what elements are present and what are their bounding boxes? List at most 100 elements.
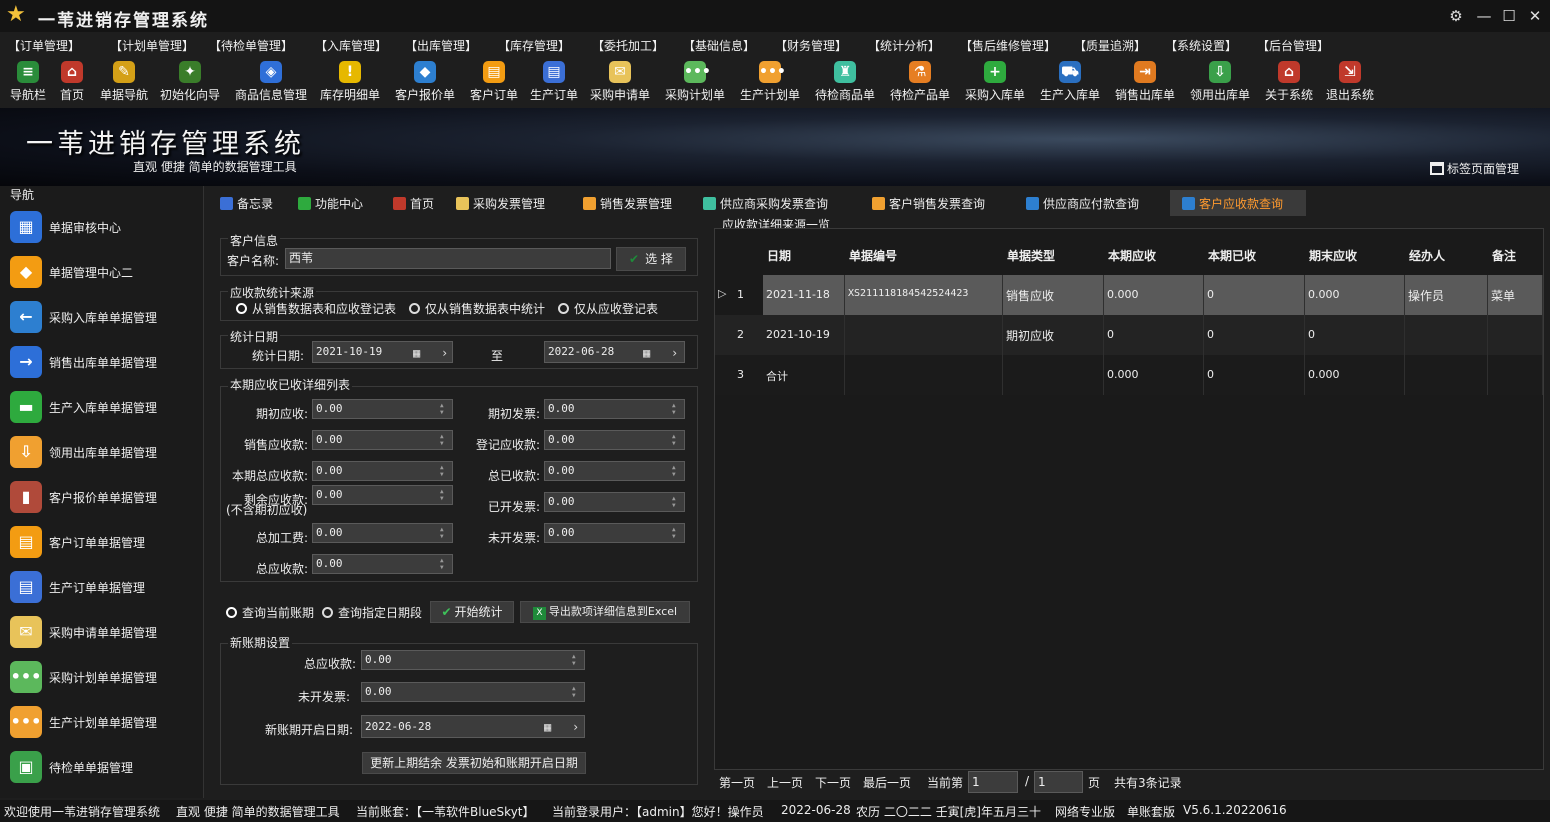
grid-cell[interactable]: 菜单 xyxy=(1488,275,1543,315)
toolbar-button-15[interactable]: ⛟ 生产入库单 xyxy=(1030,58,1110,104)
menu-item-7[interactable]: 【基础信息】 xyxy=(683,37,755,54)
select-customer-button[interactable]: ✔ 选 择 xyxy=(616,247,686,271)
toolbar-button-5[interactable]: ! 库存明细单 xyxy=(310,58,390,104)
grid-cell[interactable]: 0 xyxy=(1104,315,1204,355)
menu-item-4[interactable]: 【出库管理】 xyxy=(405,37,477,54)
detail-right-field-4[interactable]: 0.00 ▲ ▼ xyxy=(544,523,685,543)
spin-arrows-icon[interactable]: ▲ ▼ xyxy=(440,488,450,502)
detail-right-field-2[interactable]: 0.00 ▲ ▼ xyxy=(544,461,685,481)
detail-left-field-2[interactable]: 0.00 ▲ ▼ xyxy=(312,461,453,481)
table-row[interactable]: 2 2021-10-19 期初应收 0 0 0 xyxy=(715,315,1543,355)
close-button[interactable]: ✕ xyxy=(1524,6,1546,26)
table-row[interactable]: ▷ 1 2021-11-18 XS211118184542524423 销售应收 0.00… xyxy=(715,275,1543,315)
tag-manage-button[interactable]: 标签页面管理 xyxy=(1430,160,1519,177)
sidebar-item-5[interactable]: ⇩ 领用出库单单据管理 xyxy=(0,430,204,474)
grid-cell[interactable]: 0.000 xyxy=(1104,355,1204,395)
date-from-field[interactable]: 2021-10-19 ▦ › xyxy=(312,341,453,363)
sidebar-item-9[interactable]: ✉ 采购申请单单据管理 xyxy=(0,610,204,654)
grid-cell[interactable]: 0.000 xyxy=(1305,275,1405,315)
detail-left-field-3[interactable]: 0.00 ▲ ▼ xyxy=(312,485,453,505)
grid-cell[interactable]: 0.000 xyxy=(1305,355,1405,395)
grid-cell[interactable]: 期初应收 xyxy=(1003,315,1104,355)
grid-cell[interactable] xyxy=(1405,315,1488,355)
spin-arrows-icon[interactable]: ▲ ▼ xyxy=(440,402,450,416)
query-range-radio[interactable]: 查询指定日期段 xyxy=(322,604,422,621)
calendar-icon[interactable]: ▦ xyxy=(413,344,420,362)
spin-arrows-icon[interactable]: ▲ ▼ xyxy=(440,557,450,571)
chevron-right-icon[interactable]: › xyxy=(671,344,678,362)
spin-arrows-icon[interactable]: ▲ ▼ xyxy=(672,526,682,540)
detail-right-field-3[interactable]: 0.00 ▲ ▼ xyxy=(544,492,685,512)
sidebar-item-4[interactable]: ▬ 生产入库单单据管理 xyxy=(0,385,204,429)
grid-cell[interactable] xyxy=(1405,355,1488,395)
grid-cell[interactable]: 2021-11-18 xyxy=(763,275,845,315)
menu-item-8[interactable]: 【财务管理】 xyxy=(775,37,847,54)
new-date-field[interactable]: 2022-06-28 ▦ › xyxy=(361,715,585,738)
tab-2[interactable]: 首页 xyxy=(393,190,448,216)
spin-arrows-icon[interactable]: ▲ ▼ xyxy=(440,526,450,540)
menu-item-5[interactable]: 【库存管理】 xyxy=(498,37,570,54)
toolbar-button-13[interactable]: ⚗ 待检产品单 xyxy=(880,58,960,104)
sidebar-item-12[interactable]: ▣ 待检单单据管理 xyxy=(0,745,204,789)
start-stat-button[interactable]: ✔ 开始统计 xyxy=(430,601,514,623)
first-page-link[interactable]: 第一页 xyxy=(719,774,755,791)
menu-item-11[interactable]: 【质量追溯】 xyxy=(1074,37,1146,54)
settings-gear-icon[interactable]: ⚙ xyxy=(1445,6,1467,26)
menu-item-6[interactable]: 【委托加工】 xyxy=(592,37,664,54)
spin-arrows-icon[interactable]: ▲ ▼ xyxy=(440,433,450,447)
detail-left-field-5[interactable]: 0.00 ▲ ▼ xyxy=(312,554,453,574)
grid-cell[interactable]: 0 xyxy=(1204,315,1305,355)
toolbar-button-9[interactable]: ✉ 采购申请单 xyxy=(580,58,660,104)
source-radio-register[interactable]: 仅从应收登记表 xyxy=(558,300,658,317)
tab-3[interactable]: 采购发票管理 xyxy=(456,190,576,216)
sidebar-item-0[interactable]: ▦ 单据审核中心 xyxy=(0,205,204,249)
detail-left-field-1[interactable]: 0.00 ▲ ▼ xyxy=(312,430,453,450)
spin-arrows-icon[interactable]: ▲ ▼ xyxy=(672,433,682,447)
detail-right-field-0[interactable]: 0.00 ▲ ▼ xyxy=(544,399,685,419)
toolbar-button-11[interactable]: ••• 生产计划单 xyxy=(730,58,810,104)
spin-arrows-icon[interactable]: ▲ ▼ xyxy=(672,464,682,478)
grid-cell[interactable]: XS211118184542524423 xyxy=(845,275,1003,315)
menu-item-13[interactable]: 【后台管理】 xyxy=(1257,37,1329,54)
grid-cell[interactable] xyxy=(845,355,1003,395)
spin-arrows-icon[interactable]: ▲ ▼ xyxy=(672,402,682,416)
new-total-field[interactable]: 0.00 ▲ ▼ xyxy=(361,650,585,670)
detail-left-field-0[interactable]: 0.00 ▲ ▼ xyxy=(312,399,453,419)
grid-cell[interactable] xyxy=(845,315,1003,355)
next-page-link[interactable]: 下一页 xyxy=(815,774,851,791)
toolbar-button-4[interactable]: ◈ 商品信息管理 xyxy=(231,58,311,104)
detail-left-field-4[interactable]: 0.00 ▲ ▼ xyxy=(312,523,453,543)
sidebar-item-11[interactable]: ••• 生产计划单单据管理 xyxy=(0,700,204,744)
menu-item-12[interactable]: 【系统设置】 xyxy=(1165,37,1237,54)
menu-item-3[interactable]: 【入库管理】 xyxy=(315,37,387,54)
chevron-right-icon[interactable]: › xyxy=(572,718,579,737)
grid-cell[interactable]: 0 xyxy=(1204,355,1305,395)
tab-6[interactable]: 客户销售发票查询 xyxy=(872,190,1017,216)
tab-1[interactable]: 功能中心 xyxy=(298,190,384,216)
calendar-icon[interactable]: ▦ xyxy=(544,718,551,737)
toolbar-button-14[interactable]: + 采购入库单 xyxy=(955,58,1035,104)
grid-cell[interactable]: 0.000 xyxy=(1104,275,1204,315)
grid-cell[interactable]: 0 xyxy=(1204,275,1305,315)
current-page-input[interactable]: 1 xyxy=(968,771,1018,793)
spin-arrows-icon[interactable]: ▲ ▼ xyxy=(440,464,450,478)
maximize-button[interactable]: ☐ xyxy=(1498,6,1520,26)
menu-item-9[interactable]: 【统计分析】 xyxy=(868,37,940,54)
menu-item-2[interactable]: 【待检单管理】 xyxy=(209,37,293,54)
grid-cell[interactable] xyxy=(1003,355,1104,395)
toolbar-button-10[interactable]: ••• 采购计划单 xyxy=(655,58,735,104)
calendar-icon[interactable]: ▦ xyxy=(643,344,650,362)
customer-name-field[interactable]: 西苇 xyxy=(285,248,611,269)
toolbar-button-19[interactable]: ⇲ 退出系统 xyxy=(1310,58,1390,104)
grid-cell[interactable]: 2021-10-19 xyxy=(763,315,845,355)
tab-0[interactable]: 备忘录 xyxy=(220,190,290,216)
update-balance-button[interactable]: 更新上期结余 发票初始和账期开启日期 xyxy=(362,752,586,774)
menu-item-1[interactable]: 【计划单管理】 xyxy=(110,37,194,54)
new-uninvoiced-field[interactable]: 0.00 ▲ ▼ xyxy=(361,682,585,702)
grid-cell[interactable] xyxy=(1488,315,1543,355)
source-radio-sales[interactable]: 仅从销售数据表中统计 xyxy=(409,300,545,317)
total-pages-input[interactable]: 1 xyxy=(1034,771,1083,793)
spin-arrows-icon[interactable]: ▲ ▼ xyxy=(572,685,582,699)
grid-cell[interactable]: 操作员 xyxy=(1405,275,1488,315)
prev-page-link[interactable]: 上一页 xyxy=(767,774,803,791)
